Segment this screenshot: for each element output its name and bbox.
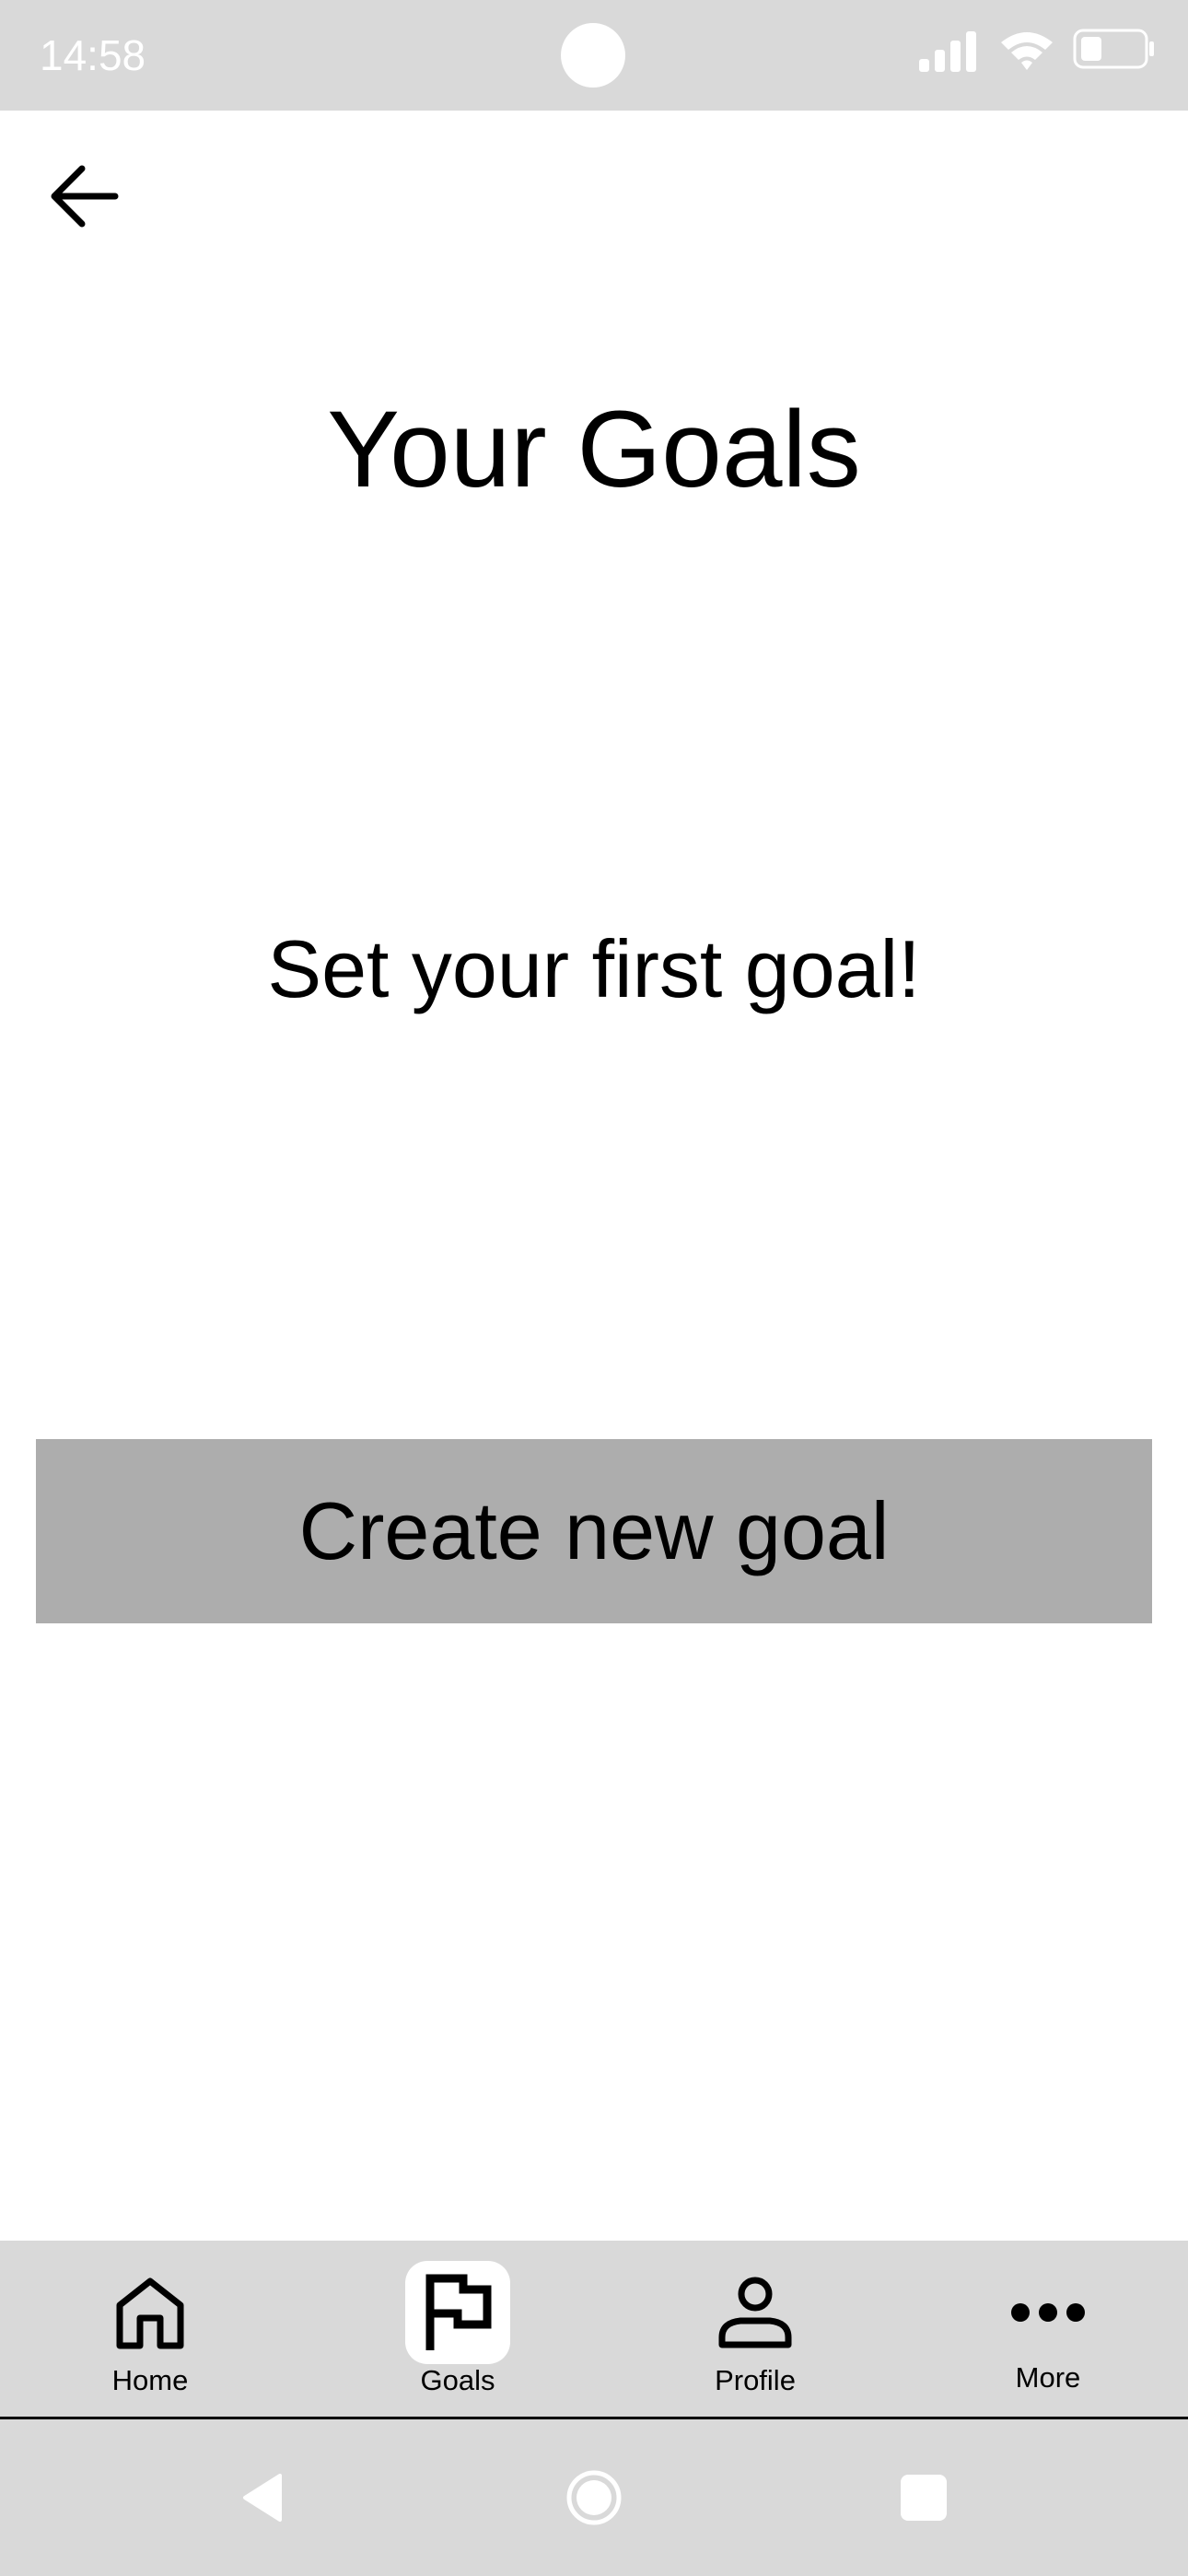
create-new-goal-button[interactable]: Create new goal bbox=[36, 1439, 1152, 1623]
person-icon bbox=[718, 2277, 792, 2348]
bottom-nav: Home Goals Profile More bbox=[0, 2241, 1188, 2419]
status-bar: 14:58 bbox=[0, 0, 1188, 111]
nav-label-more: More bbox=[1015, 2361, 1081, 2394]
arrow-left-icon bbox=[51, 165, 119, 228]
system-recents-button[interactable] bbox=[891, 2465, 956, 2530]
battery-icon bbox=[1073, 29, 1154, 69]
empty-state-message: Set your first goal! bbox=[267, 923, 921, 1014]
nav-item-more[interactable]: More bbox=[947, 2241, 1149, 2417]
home-circle-icon bbox=[566, 2470, 622, 2525]
recents-square-icon bbox=[901, 2475, 947, 2521]
camera-cutout bbox=[561, 23, 625, 88]
nav-item-home[interactable]: Home bbox=[49, 2241, 251, 2417]
system-nav-bar bbox=[0, 2419, 1188, 2576]
back-button[interactable] bbox=[35, 147, 133, 245]
create-new-goal-label: Create new goal bbox=[298, 1485, 890, 1576]
flag-icon bbox=[425, 2274, 492, 2350]
nav-label-profile: Profile bbox=[715, 2364, 796, 2396]
more-dots-icon bbox=[1011, 2303, 1085, 2322]
nav-active-indicator bbox=[405, 2261, 510, 2364]
page-title: Your Goals bbox=[327, 389, 861, 510]
back-triangle-icon bbox=[243, 2474, 282, 2522]
home-icon bbox=[116, 2277, 184, 2349]
nav-label-home: Home bbox=[111, 2364, 189, 2396]
system-back-button[interactable] bbox=[230, 2465, 295, 2530]
wifi-icon bbox=[1001, 32, 1053, 70]
status-time: 14:58 bbox=[40, 31, 146, 79]
nav-item-goals[interactable]: Goals bbox=[356, 2241, 559, 2417]
nav-label-goals: Goals bbox=[420, 2364, 495, 2396]
signal-icon bbox=[919, 31, 976, 72]
nav-item-profile[interactable]: Profile bbox=[654, 2241, 856, 2417]
system-home-button[interactable] bbox=[562, 2465, 626, 2530]
